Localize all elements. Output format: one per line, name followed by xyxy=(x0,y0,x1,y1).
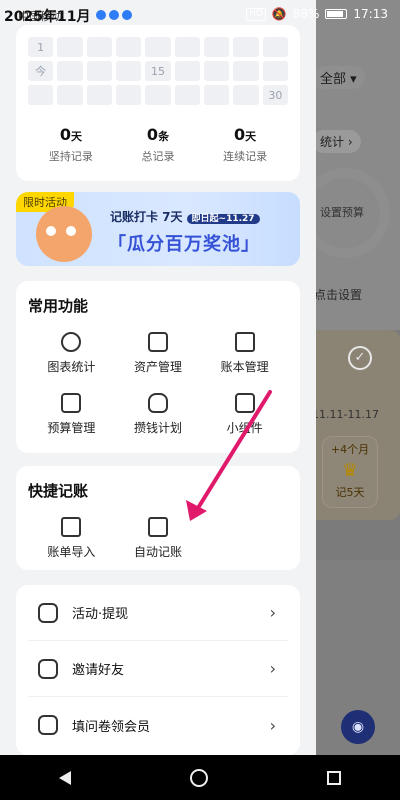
side-drawer: 1 今 15 30 0天 坚持记录 0条 总记录 0天 连续记录 限时活动 记账打卡 … xyxy=(0,0,316,755)
calendar-day-cell xyxy=(174,37,200,57)
promo-headline: 「瓜分百万奖池」 xyxy=(108,234,260,255)
setting-link[interactable]: 点击设置 xyxy=(314,286,362,303)
saving-plan-button[interactable]: 攒钱计划 xyxy=(115,393,202,436)
battery-percent: 88% xyxy=(292,7,320,21)
calendar-day-cell xyxy=(86,37,112,57)
check-icon[interactable]: ✓ xyxy=(348,346,372,370)
calendar-day-cell xyxy=(204,61,230,81)
status-left: 中国移动 2025年11月 xyxy=(4,6,135,26)
calendar-day-cell xyxy=(233,61,259,81)
promo-date: 即日起~11.27 xyxy=(186,214,260,224)
date-range: 11.11-11.17 xyxy=(312,408,379,421)
promo-line1: 记账打卡 7天 即日起~11.27 xyxy=(110,208,260,225)
calendar-grid: 1 今 15 30 xyxy=(28,37,288,105)
calendar-day-cell xyxy=(174,85,200,105)
stat-label: 连续记录 xyxy=(223,150,268,163)
ledger-manage-button[interactable]: 账本管理 xyxy=(201,332,288,375)
calendar-day-cell xyxy=(116,61,142,81)
calendar-day-cell xyxy=(57,37,83,57)
clock: 17:13 xyxy=(353,7,388,21)
crown-icon: ♛ xyxy=(341,460,359,481)
stat-total: 0条 总记录 xyxy=(115,125,201,164)
more-list-card: 活动·提现 › 邀请好友 › 填问卷领会员 › xyxy=(16,585,300,755)
bill-import-icon xyxy=(61,517,82,537)
mascot-image xyxy=(36,206,92,262)
vip-badge: +4个月 xyxy=(330,443,370,456)
calendar-day-cell xyxy=(86,85,112,105)
calendar-day-cell: 15 xyxy=(145,61,171,81)
calendar-day-cell xyxy=(204,37,230,57)
record-stats: 0天 坚持记录 0条 总记录 0天 连续记录 xyxy=(28,125,288,164)
chevron-right-icon: › xyxy=(269,603,276,622)
quick-bookkeeping-card: 快捷记账 账单导入 自动记账 xyxy=(16,466,300,570)
auto-bookkeeping-button[interactable]: 自动记账 xyxy=(115,517,202,560)
calendar-day-cell: 1 xyxy=(28,37,54,57)
calendar-day-cell xyxy=(145,85,171,105)
budget-label: 设置预算 xyxy=(320,206,364,219)
calendar-day-cell: 30 xyxy=(262,85,288,105)
hd-icon: HD xyxy=(246,7,266,21)
month-label: 2025年11月 xyxy=(4,9,91,25)
filter-label: 全部 xyxy=(320,72,347,87)
calendar-day-cell xyxy=(174,61,200,81)
back-icon[interactable] xyxy=(59,770,72,785)
calendar-day-cell xyxy=(145,37,171,57)
stat-continuous: 0天 连续记录 xyxy=(202,125,288,164)
edit-icon xyxy=(61,393,82,413)
calendar-day-cell xyxy=(262,37,288,57)
calendar-day-cell xyxy=(57,85,83,105)
wallet-icon xyxy=(38,602,58,623)
calendar-day-cell xyxy=(204,85,230,105)
calendar-day-cell: 今 xyxy=(28,61,54,81)
calendar-day-cell xyxy=(116,85,142,105)
money-bag-icon xyxy=(147,393,168,413)
calendar-day-cell xyxy=(86,61,112,81)
mute-icon: 🔕 xyxy=(271,7,287,21)
vip-card[interactable]: +4个月 ♛ 记5天 xyxy=(322,436,378,508)
calendar-day-cell xyxy=(116,37,142,57)
calendar-card: 1 今 15 30 0天 坚持记录 0条 总记录 0天 连续记录 xyxy=(16,25,300,181)
statistics-label: 统计 xyxy=(320,135,345,149)
vip-days: 记5天 xyxy=(335,486,365,499)
list-item-activity[interactable]: 活动·提现 › xyxy=(28,585,288,641)
list-item-survey[interactable]: 填问卷领会员 › xyxy=(28,697,288,753)
list-item-invite[interactable]: 邀请好友 › xyxy=(28,641,288,697)
stat-label: 坚持记录 xyxy=(48,150,93,163)
calendar-day-cell xyxy=(28,85,54,105)
add-user-icon xyxy=(38,658,58,679)
voice-fab-button[interactable]: ◉ xyxy=(341,710,375,744)
chevron-right-icon: › xyxy=(269,715,276,735)
stat-label: 总记录 xyxy=(141,150,175,163)
bill-import-button[interactable]: 账单导入 xyxy=(28,517,115,560)
calendar-day-cell xyxy=(262,61,288,81)
status-right: HD 🔕 88% 17:13 xyxy=(246,7,388,21)
calendar-day-cell xyxy=(233,85,259,105)
calendar-day-cell xyxy=(57,61,83,81)
chevron-right-icon: › xyxy=(269,659,276,678)
battery-icon xyxy=(325,9,348,19)
book-icon xyxy=(234,332,255,352)
section-title: 常用功能 xyxy=(28,297,89,315)
card-icon xyxy=(147,332,168,352)
widget-button[interactable]: 小组件 xyxy=(201,393,288,436)
navigation-bar xyxy=(0,755,400,800)
pie-chart-icon xyxy=(61,332,82,352)
section-title: 快捷记账 xyxy=(28,482,89,500)
calendar-day-cell xyxy=(233,37,259,57)
statistics-button[interactable]: 统计 › xyxy=(312,130,361,153)
home-icon[interactable] xyxy=(189,768,208,787)
filter-dropdown[interactable]: 全部 ▾ xyxy=(312,66,365,89)
chart-stats-button[interactable]: 图表统计 xyxy=(28,332,115,375)
common-functions-card: 常用功能 图表统计 资产管理 账本管理 预算管理 攒钱计划 小组件 xyxy=(16,281,300,453)
notification-icons xyxy=(96,9,135,23)
auto-bill-icon xyxy=(147,517,168,537)
asset-manage-button[interactable]: 资产管理 xyxy=(115,332,202,375)
recents-icon[interactable] xyxy=(326,770,341,785)
status-bar: 中国移动 2025年11月 HD 🔕 88% 17:13 xyxy=(0,0,400,28)
budget-manage-button[interactable]: 预算管理 xyxy=(28,393,115,436)
stat-persist: 0天 坚持记录 xyxy=(28,125,114,164)
promo-banner[interactable]: 限时活动 记账打卡 7天 即日起~11.27 「瓜分百万奖池」 xyxy=(16,192,300,266)
widget-icon xyxy=(234,393,255,413)
survey-icon xyxy=(38,715,58,735)
